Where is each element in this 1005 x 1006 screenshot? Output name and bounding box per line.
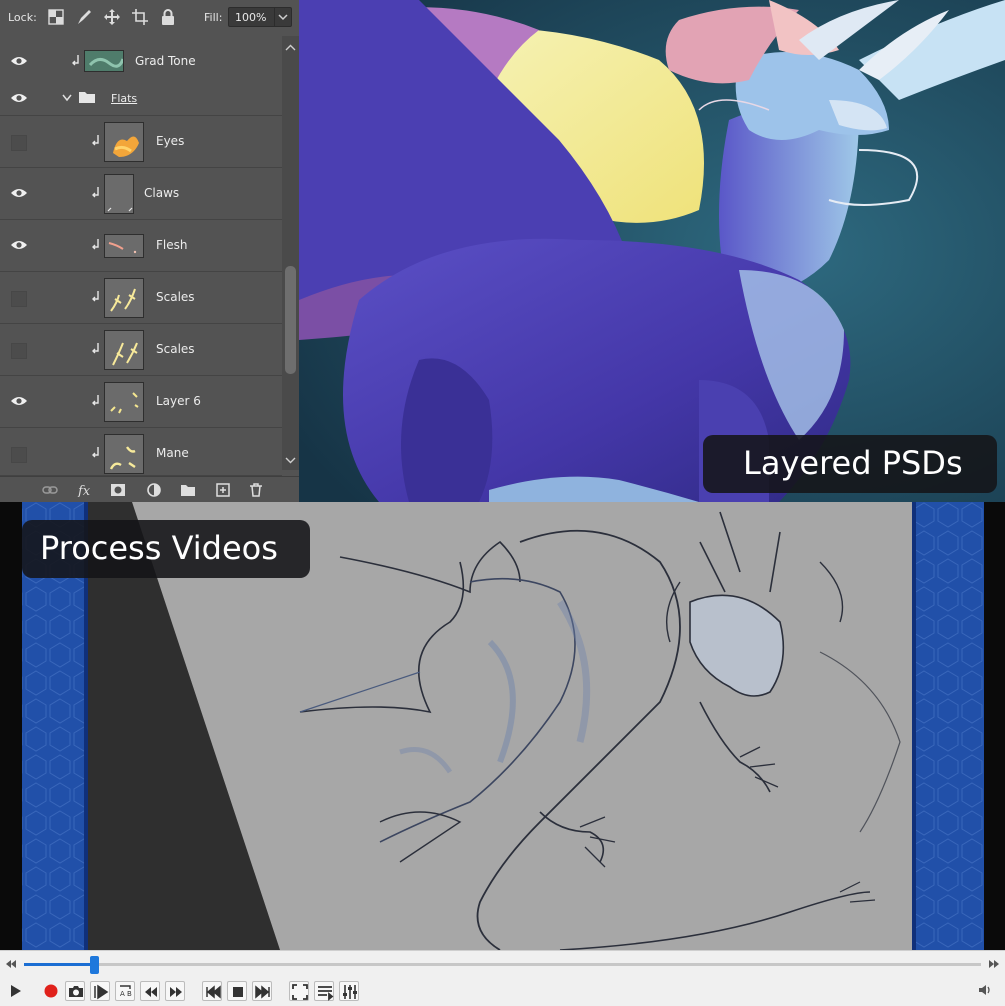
layer-row-claws[interactable]: Claws — [0, 168, 282, 220]
scroll-down-icon[interactable] — [285, 456, 296, 464]
eye-icon[interactable] — [10, 395, 28, 407]
layer-name: Grad Tone — [135, 54, 196, 68]
fill-input[interactable]: 100% — [228, 7, 292, 27]
visibility-toggle-off[interactable] — [11, 447, 27, 463]
mask-icon[interactable] — [110, 483, 126, 497]
media-player-controls: A B — [0, 950, 1005, 1006]
folder-icon[interactable] — [180, 483, 196, 497]
layer-thumbnail — [104, 234, 144, 258]
dragon-painting — [299, 0, 1005, 502]
lock-all-icon[interactable] — [160, 9, 176, 25]
layers-footer: fx — [0, 476, 299, 502]
eye-icon[interactable] — [10, 187, 28, 199]
clipping-arrow-icon — [72, 55, 79, 66]
seek-back-icon[interactable] — [5, 958, 17, 970]
folder-icon — [79, 92, 95, 103]
eye-icon[interactable] — [10, 92, 28, 104]
record-button[interactable] — [41, 981, 61, 1001]
lock-artboard-icon[interactable] — [132, 9, 148, 25]
visibility-toggle-off[interactable] — [11, 291, 27, 307]
layer-thumbnail — [104, 174, 134, 214]
playlist-button[interactable] — [314, 981, 334, 1001]
scroll-up-icon[interactable] — [285, 44, 296, 52]
layer-name: Flesh — [156, 238, 188, 252]
clipping-arrow-icon — [92, 395, 99, 406]
layer-name: Claws — [144, 186, 180, 200]
layer-row-mane[interactable]: Mane — [0, 428, 282, 476]
svg-text:fx: fx — [77, 484, 91, 497]
play-button[interactable] — [5, 981, 25, 1001]
frame-step-button[interactable] — [90, 981, 110, 1001]
lock-position-icon[interactable] — [104, 9, 120, 25]
adjustment-icon[interactable] — [146, 483, 162, 497]
layer-row-eyes[interactable]: Eyes — [0, 116, 282, 168]
layer-name: Scales — [156, 342, 195, 356]
seek-progress — [24, 963, 94, 966]
extended-settings-button[interactable] — [339, 981, 359, 1001]
chevron-down-icon[interactable] — [62, 94, 72, 102]
scrollbar-thumb[interactable] — [285, 266, 296, 374]
link-icon[interactable] — [42, 483, 58, 497]
layers-scrollbar[interactable] — [282, 36, 299, 470]
trash-icon[interactable] — [248, 483, 264, 497]
eye-icon[interactable] — [10, 239, 28, 251]
loop-ab-icon: A B — [120, 990, 132, 998]
clipping-arrow-icon — [92, 239, 99, 250]
caption-layered-psds: Layered PSDs — [703, 435, 997, 493]
seek-bar[interactable] — [24, 956, 981, 974]
layer-thumbnail — [104, 434, 144, 474]
fullscreen-button[interactable] — [289, 981, 309, 1001]
visibility-toggle-off[interactable] — [11, 343, 27, 359]
layer-name: Layer 6 — [156, 394, 201, 408]
lock-image-pixels-icon[interactable] — [76, 9, 92, 25]
clipping-arrow-icon — [92, 447, 99, 458]
layer-row-scales[interactable]: Scales — [0, 324, 282, 376]
seek-forward-icon[interactable] — [988, 958, 1000, 970]
layer-thumbnail — [104, 330, 144, 370]
fx-icon[interactable]: fx — [77, 483, 93, 497]
layer-row-scales[interactable]: Scales — [0, 272, 282, 324]
group-name: Flats — [111, 92, 138, 105]
fill-label: Fill: — [204, 11, 223, 24]
layer-thumbnail — [104, 382, 144, 422]
chevron-down-icon[interactable] — [274, 8, 291, 26]
layer-thumbnail — [84, 50, 124, 72]
layer-row-layer-6[interactable]: Layer 6 — [0, 376, 282, 428]
slower-button[interactable] — [140, 981, 160, 1001]
stop-button[interactable] — [227, 981, 247, 1001]
new-layer-icon[interactable] — [215, 483, 231, 497]
layer-thumbnail — [104, 278, 144, 318]
clipping-arrow-icon — [92, 187, 99, 198]
layers-panel: Lock: Fill: 100% Grad Tone Flats Eyes Cl… — [0, 0, 299, 502]
previous-button[interactable] — [202, 981, 222, 1001]
snapshot-button[interactable] — [65, 981, 85, 1001]
seek-handle[interactable] — [89, 956, 99, 974]
caption-process-videos: Process Videos — [22, 520, 310, 578]
eye-icon[interactable] — [10, 55, 28, 67]
dragon-illustration — [299, 0, 1005, 502]
faster-button[interactable] — [165, 981, 185, 1001]
layer-group-flats[interactable]: Flats — [0, 80, 282, 116]
clipping-arrow-icon — [92, 135, 99, 146]
clipping-arrow-icon — [92, 343, 99, 354]
layer-name: Mane — [156, 446, 189, 460]
layer-row-flesh[interactable]: Flesh — [0, 220, 282, 272]
next-button[interactable] — [252, 981, 272, 1001]
loop-ab-button[interactable]: A B — [115, 981, 135, 1001]
lock-transparent-pixels-icon[interactable] — [48, 9, 64, 25]
clipping-arrow-icon — [92, 291, 99, 302]
lock-toolbar: Lock: Fill: 100% — [0, 0, 299, 37]
lock-label: Lock: — [8, 11, 37, 24]
volume-icon[interactable] — [978, 983, 992, 997]
layer-name: Eyes — [156, 134, 185, 148]
layer-thumbnail — [104, 122, 144, 162]
layer-name: Scales — [156, 290, 195, 304]
fill-value: 100% — [235, 11, 267, 24]
visibility-toggle-off[interactable] — [11, 135, 27, 151]
